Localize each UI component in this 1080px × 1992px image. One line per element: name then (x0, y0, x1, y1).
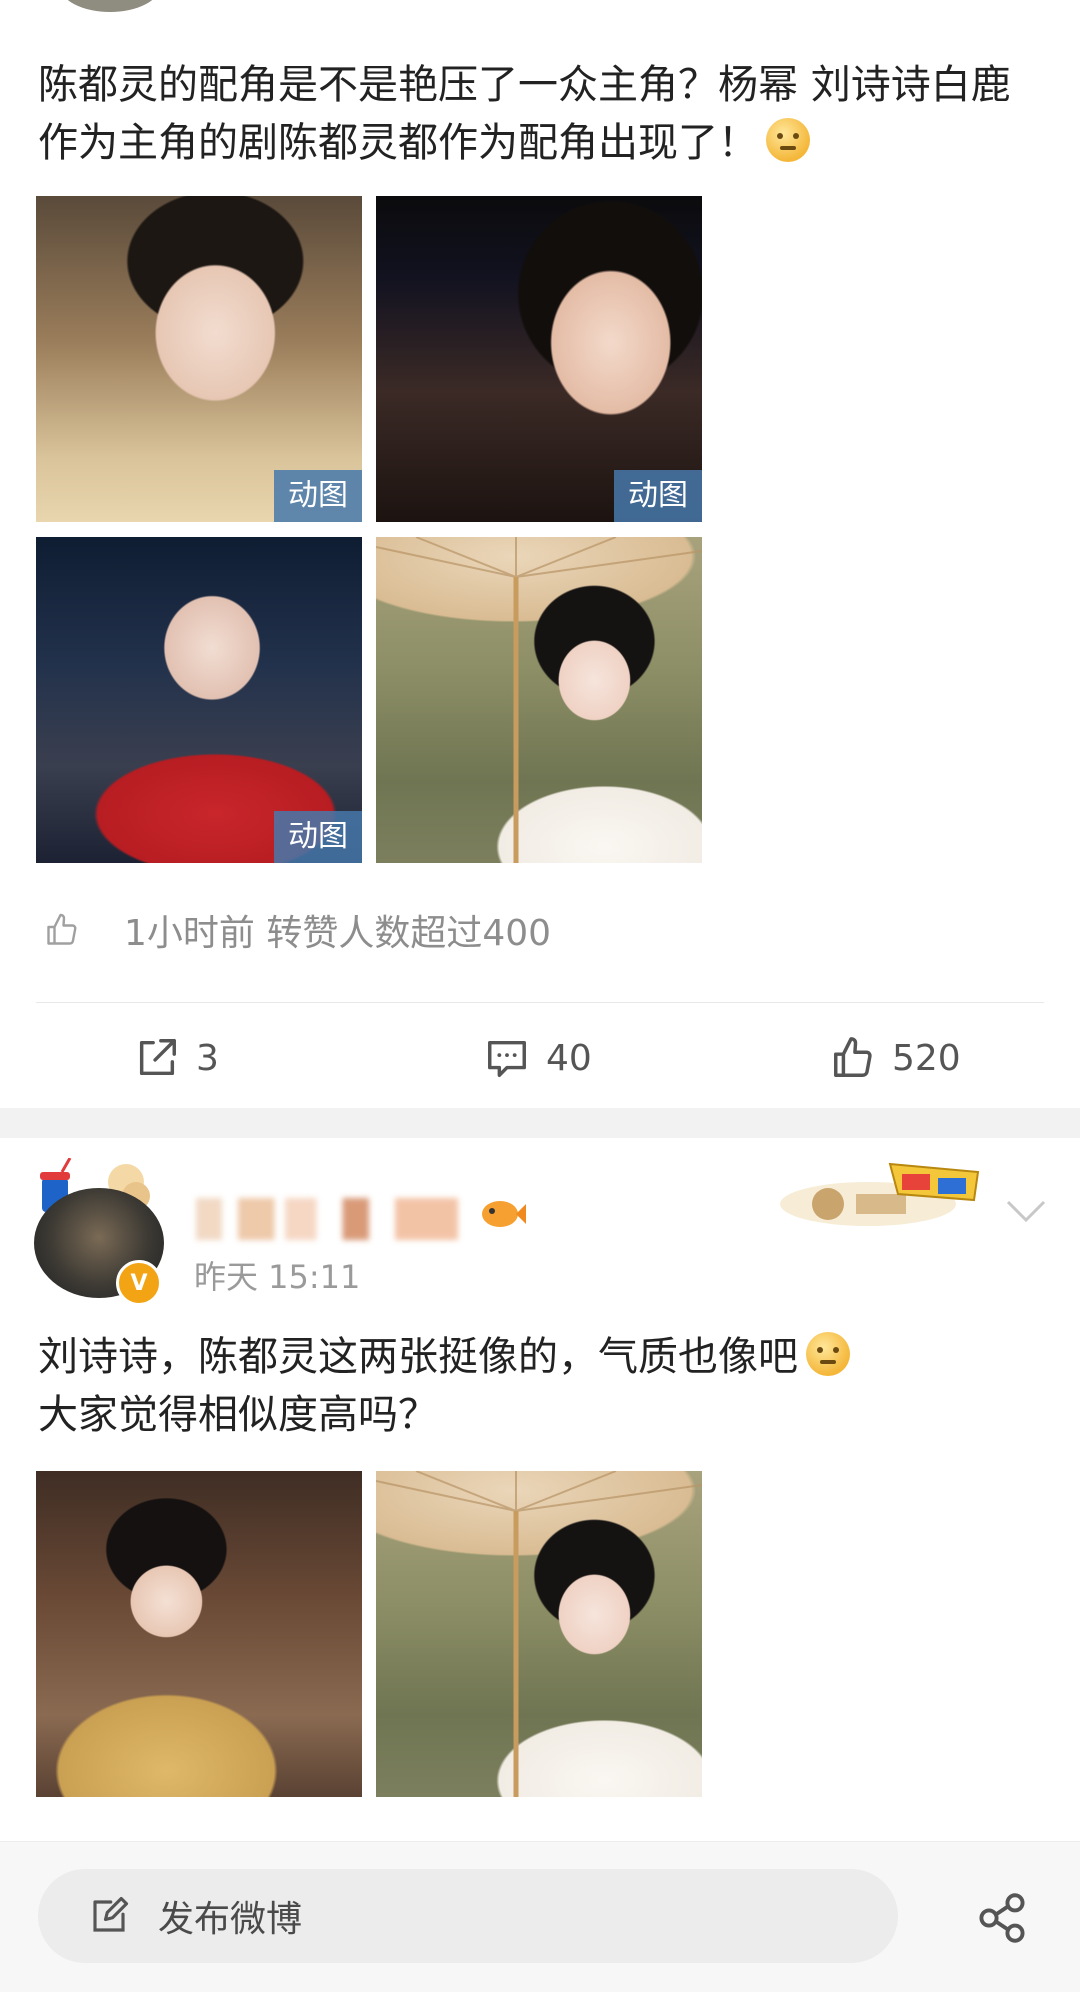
liked-info: 1小时前 转赞人数超过400 (44, 905, 551, 955)
compose-label: 发布微博 (158, 1899, 303, 1940)
like-button[interactable]: 520 (830, 1028, 961, 1088)
comment-button[interactable]: 40 (484, 1028, 592, 1088)
thumbs-up-icon (834, 1037, 872, 1077)
previous-post-header-remnant (0, 0, 1080, 14)
gif-badge: 动图 (274, 811, 362, 863)
post-image[interactable]: 动图 (36, 196, 362, 522)
bottom-bar: 发布微博 (0, 1841, 1080, 1992)
thinking-emoji-icon (806, 1332, 850, 1376)
username-blurred[interactable] (196, 1198, 458, 1240)
like-count: 520 (892, 1037, 961, 1079)
post-text: 刘诗诗，陈都灵这两张挺像的，气质也像吧 大家觉得相似度高吗？ (38, 1328, 1048, 1444)
post-image[interactable] (376, 537, 702, 863)
gif-badge: 动图 (614, 470, 702, 522)
gif-badge: 动图 (274, 470, 362, 522)
compose-button[interactable]: 发布微博 (38, 1869, 898, 1963)
thumbs-up-icon (47, 913, 77, 945)
umbrella-ribs-art (376, 1471, 702, 1797)
repost-icon (139, 1039, 176, 1076)
post-text-line2: 大家觉得相似度高吗？ (38, 1392, 438, 1438)
umbrella-ribs-art (376, 537, 702, 863)
avatar (60, 0, 160, 12)
edit-icon (93, 1896, 129, 1932)
post-time: 昨天 15:11 (194, 1258, 361, 1296)
chevron-down-icon[interactable] (1004, 1196, 1048, 1226)
comment-icon (488, 1040, 526, 1077)
repost-button[interactable]: 3 (134, 1028, 219, 1088)
event-badge-icon[interactable] (778, 1152, 998, 1232)
post-image[interactable] (36, 1471, 362, 1797)
share-icon[interactable] (976, 1892, 1028, 1944)
post-image[interactable] (376, 1471, 702, 1797)
liked-info-text: 1小时前 转赞人数超过400 (124, 913, 552, 954)
post-image[interactable]: 动图 (36, 537, 362, 863)
post-text-content: 陈都灵的配角是不是艳压了一众主角？杨幂 刘诗诗白鹿作为主角的剧陈都灵都作为配角出… (38, 62, 1011, 166)
post-image[interactable]: 动图 (376, 196, 702, 522)
repost-count: 3 (196, 1037, 219, 1079)
fish-icon (482, 1201, 526, 1227)
post-text: 陈都灵的配角是不是艳压了一众主角？杨幂 刘诗诗白鹿作为主角的剧陈都灵都作为配角出… (38, 56, 1048, 172)
thinking-emoji-icon (766, 118, 810, 162)
post-text-line1: 刘诗诗，陈都灵这两张挺像的，气质也像吧 (38, 1334, 798, 1380)
comment-count: 40 (546, 1037, 592, 1079)
divider (36, 1002, 1044, 1003)
verified-badge: V (116, 1260, 162, 1306)
post-separator (0, 1108, 1080, 1138)
